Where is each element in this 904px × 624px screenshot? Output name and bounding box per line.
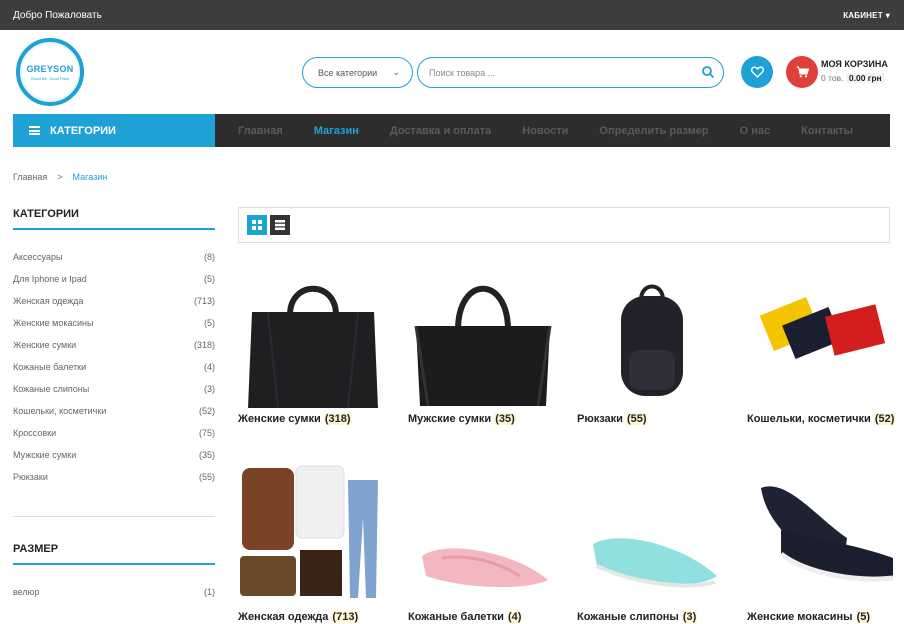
backpack-image[interactable] xyxy=(577,260,727,410)
category-item-count: (5) xyxy=(204,318,215,328)
product-card[interactable]: Кожаные балетки (4) xyxy=(408,458,558,624)
category-item[interactable]: Для Iphone и Ipad (5) xyxy=(13,268,215,290)
handbag-image[interactable] xyxy=(238,260,388,410)
category-select[interactable]: Все категории ⌄ xyxy=(302,57,413,88)
category-item-label: Женские мокасины xyxy=(13,318,94,328)
heart-icon xyxy=(750,66,764,78)
size-item[interactable]: велюр (1) xyxy=(13,581,215,603)
category-item[interactable]: Аксессуары (8) xyxy=(13,246,215,268)
cart-summary[interactable]: МОЯ КОРЗИНА 0 тов. 0.00 грн xyxy=(821,59,888,83)
welcome-text: Добро Пожаловать xyxy=(13,9,102,21)
category-item-label: Рюкзаки xyxy=(13,472,48,482)
category-item-count: (5) xyxy=(204,274,215,284)
nav-item-news[interactable]: Новости xyxy=(522,125,568,137)
category-item-label: Мужские сумки xyxy=(13,450,77,460)
grid-view-button[interactable] xyxy=(247,215,267,235)
product-card[interactable]: Женская одежда (713) xyxy=(238,458,388,624)
product-card[interactable]: Женские сумки (318) xyxy=(238,260,388,426)
category-item-count: (318) xyxy=(193,340,215,350)
wallets-image[interactable] xyxy=(747,260,897,410)
grid-icon xyxy=(252,220,262,230)
list-view-button[interactable] xyxy=(270,215,290,235)
nav-item-size[interactable]: Определить размер xyxy=(599,125,708,137)
category-item-count: (8) xyxy=(204,252,215,262)
nav-item-delivery[interactable]: Доставка и оплата xyxy=(390,125,491,137)
size-item-count: (1) xyxy=(204,587,215,597)
nav-item-home[interactable]: Главная xyxy=(238,125,283,137)
chevron-down-icon: ▾ xyxy=(885,10,890,20)
product-card[interactable]: Кошельки, косметички (52) xyxy=(747,260,897,426)
cart-button[interactable] xyxy=(786,56,818,88)
category-item-label: Кожаные балетки xyxy=(13,362,87,372)
cabinet-menu[interactable]: КАБИНЕТ ▾ xyxy=(843,11,890,20)
pink-flats-image[interactable] xyxy=(408,458,558,608)
product-card[interactable]: Кожаные слипоны (3) xyxy=(577,458,727,624)
category-item-count: (52) xyxy=(198,406,215,416)
category-item-count: (3) xyxy=(204,384,215,394)
category-item-count: (4) xyxy=(204,362,215,372)
black-slipons-image[interactable] xyxy=(747,458,897,608)
product-card[interactable]: Рюкзаки (55) xyxy=(577,260,727,426)
category-item[interactable]: Женские сумки (318) xyxy=(13,334,215,356)
category-item-label: Кошельки, косметички xyxy=(13,406,107,416)
category-item[interactable]: Кожаные балетки (4) xyxy=(13,356,215,378)
category-item[interactable]: Женская одежда (713) xyxy=(13,290,215,312)
category-item-label: Кроссовки xyxy=(13,428,57,438)
size-heading: РАЗМЕР xyxy=(13,535,215,565)
cart-item-count: 0 тов. xyxy=(821,73,844,83)
category-item[interactable]: Мужские сумки (35) xyxy=(13,444,215,466)
mint-slipons-image[interactable] xyxy=(577,458,727,608)
category-item-count: (35) xyxy=(198,450,215,460)
main-menu: Главная Магазин Доставка и оплата Новост… xyxy=(215,114,890,147)
category-item[interactable]: Кроссовки (75) xyxy=(13,422,215,444)
category-item[interactable]: Женские мокасины (5) xyxy=(13,312,215,334)
category-item[interactable]: Рюкзаки (55) xyxy=(13,466,215,488)
duffel-bag-image[interactable] xyxy=(408,260,558,410)
search-icon[interactable] xyxy=(701,65,715,79)
chevron-down-icon: ⌄ xyxy=(392,67,400,77)
product-card[interactable]: Мужские сумки (35) xyxy=(408,260,558,426)
size-item-label: велюр xyxy=(13,587,40,597)
category-item-label: Женская одежда xyxy=(13,296,84,306)
breadcrumb: Главная > Магазин xyxy=(13,172,107,182)
category-item-label: Женские сумки xyxy=(13,340,77,350)
search-box xyxy=(417,57,724,88)
category-list: Аксессуары (8) Для Iphone и Ipad (5) Женская… xyxy=(13,246,215,488)
breadcrumb-home[interactable]: Главная xyxy=(13,172,47,182)
categories-button[interactable]: КАТЕГОРИИ xyxy=(13,114,215,147)
category-item-count: (713) xyxy=(193,296,215,306)
size-list: велюр (1) xyxy=(13,581,215,603)
header: GREYSON Good life. Good Price Все катего… xyxy=(0,30,904,114)
product-card[interactable]: Женские мокасины (5) xyxy=(747,458,897,624)
category-item-count: (55) xyxy=(198,472,215,482)
nav-item-about[interactable]: О нас xyxy=(740,125,771,137)
sidebar: КАТЕГОРИИ Аксессуары (8) Для Iphone и Ipad… xyxy=(13,200,215,603)
category-item[interactable]: Кошельки, косметички (52) xyxy=(13,400,215,422)
cart-icon xyxy=(796,66,809,78)
breadcrumb-current: Магазин xyxy=(72,172,108,182)
view-toolbar xyxy=(238,207,890,243)
top-bar: Добро Пожаловать КАБИНЕТ ▾ xyxy=(0,0,904,30)
list-icon xyxy=(275,220,285,230)
categories-heading: КАТЕГОРИИ xyxy=(13,200,215,230)
navigation-bar: КАТЕГОРИИ Главная Магазин Доставка и опл… xyxy=(13,114,890,147)
cart-total: 0.00 грн xyxy=(845,73,885,83)
nav-item-contacts[interactable]: Контакты xyxy=(801,125,853,137)
category-item-label: Кожаные слипоны xyxy=(13,384,90,394)
hamburger-icon xyxy=(29,126,40,135)
main-content: Женские сумки (318) Мужские сумки (35) Р… xyxy=(238,207,896,623)
divider xyxy=(13,516,215,517)
clothing-image[interactable] xyxy=(238,458,388,608)
category-item-count: (75) xyxy=(198,428,215,438)
category-item[interactable]: Кожаные слипоны (3) xyxy=(13,378,215,400)
category-item-label: Аксессуары xyxy=(13,252,63,262)
wishlist-button[interactable] xyxy=(741,56,773,88)
category-item-label: Для Iphone и Ipad xyxy=(13,274,87,284)
search-input[interactable] xyxy=(429,67,689,78)
nav-item-shop[interactable]: Магазин xyxy=(314,125,359,137)
breadcrumb-separator: > xyxy=(57,172,63,182)
site-logo[interactable]: GREYSON Good life. Good Price xyxy=(16,38,84,106)
